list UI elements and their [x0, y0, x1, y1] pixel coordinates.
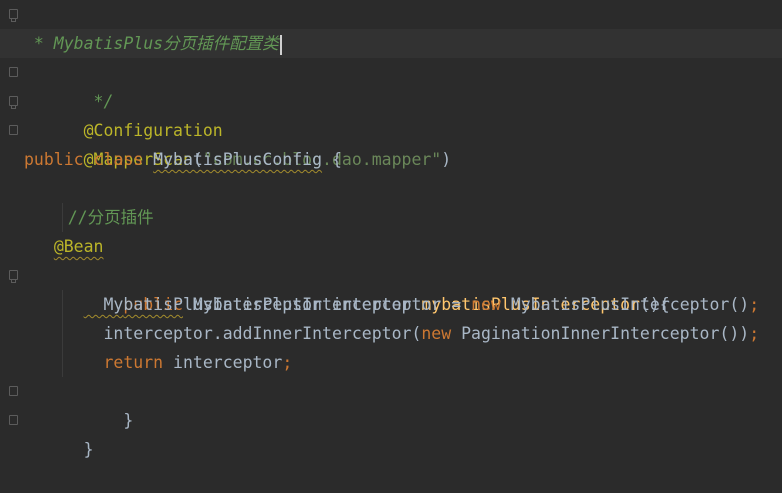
code-line-15[interactable]: } — [0, 406, 782, 459]
code-line-4[interactable]: @Configuration — [0, 87, 782, 140]
text-caret — [279, 34, 282, 55]
indent-guide — [62, 348, 63, 377]
keyword-new: new — [421, 324, 452, 343]
code-line-6[interactable]: public class MybatisPlusConfig { — [0, 145, 782, 174]
code-line-5[interactable]: @MapperScan("com.cc.blog.dao.mapper") — [0, 116, 782, 169]
code-line-7[interactable] — [0, 174, 782, 203]
semicolon: ; — [749, 295, 760, 314]
code-line-11[interactable]: MybatisPlusInterceptor interceptor = new… — [0, 290, 782, 319]
annotation-bean: @Bean — [53, 237, 104, 256]
var-name: interceptor — [331, 295, 442, 314]
fold-end-marker-icon[interactable] — [9, 415, 18, 425]
line-comment-text: 分页插件 — [87, 208, 154, 227]
doc-comment-cjk-text: 分页插件配置类 — [163, 34, 279, 53]
code-line-2[interactable]: * MybatisPlus分页插件配置类 — [0, 29, 782, 58]
constructor-call: MybatisPlusInterceptor() — [510, 295, 750, 314]
fold-marker-icon[interactable] — [9, 270, 18, 280]
fold-marker-icon[interactable] — [9, 9, 18, 19]
indent-guide — [62, 290, 63, 319]
line-comment-slashes: // — [67, 208, 88, 227]
code-line-8[interactable]: //分页插件 — [0, 203, 782, 232]
doc-comment-text: * MybatisPlus — [24, 34, 164, 53]
indent-guide — [62, 319, 63, 348]
open-brace: { — [331, 150, 342, 169]
code-line-9[interactable]: @Bean — [0, 232, 782, 261]
code-line-3[interactable]: */ — [0, 58, 782, 111]
fold-end-marker-icon[interactable] — [9, 386, 18, 396]
semicolon: ; — [749, 324, 760, 343]
assign-operator: = — [451, 295, 462, 314]
keyword-class: class — [93, 150, 144, 169]
semicolon: ; — [282, 353, 293, 372]
code-line-10[interactable]: public MybatisPlusInterceptor mybatisPlu… — [0, 261, 782, 314]
fold-marker-icon[interactable] — [9, 96, 18, 106]
code-editor[interactable]: /** * MybatisPlus分页插件配置类 */ @Configurati… — [0, 0, 782, 461]
class-name[interactable]: MybatisPlusConfig — [153, 150, 322, 169]
class-close-brace: } — [83, 440, 94, 459]
fold-end-marker-icon[interactable] — [9, 125, 18, 135]
return-value: interceptor — [173, 353, 283, 372]
var-type: MybatisPlusInterceptor — [103, 295, 323, 314]
constructor-call: PaginationInnerInterceptor()) — [461, 324, 750, 343]
code-line-12[interactable]: interceptor.addInnerInterceptor(new Pagi… — [0, 319, 782, 348]
code-line-13[interactable]: return interceptor; — [0, 348, 782, 377]
keyword-return: return — [103, 353, 164, 372]
code-area[interactable]: /** * MybatisPlus分页插件配置类 */ @Configurati… — [0, 0, 782, 459]
keyword-new: new — [471, 295, 501, 314]
code-line-14[interactable]: } — [0, 377, 782, 430]
method-call: interceptor.addInnerInterceptor( — [103, 324, 422, 343]
keyword-public: public — [24, 150, 84, 169]
fold-end-marker-icon[interactable] — [9, 67, 18, 77]
code-line-1[interactable]: /** — [0, 0, 782, 53]
indent-guide — [62, 203, 63, 232]
